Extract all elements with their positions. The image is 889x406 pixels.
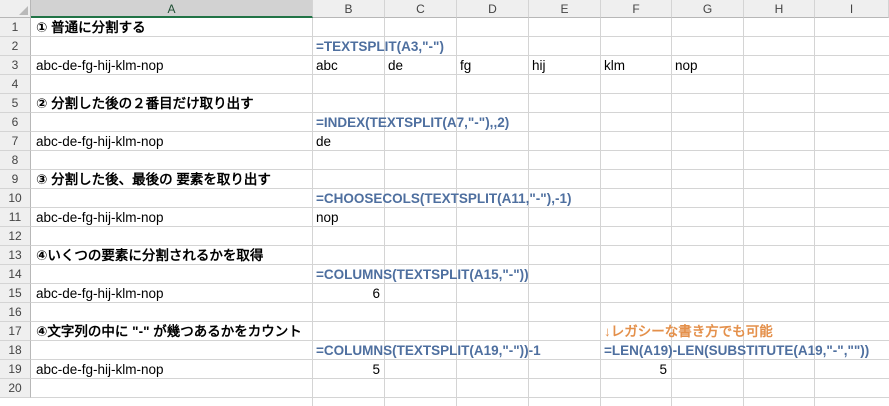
cell-a15[interactable]: abc-de-fg-hij-klm-nop xyxy=(33,284,164,303)
row-header-3[interactable]: 3 xyxy=(0,56,31,75)
spreadsheet-grid[interactable]: A B C D E F G H I 1 2 3 4 5 6 7 8 9 10 1… xyxy=(0,0,889,406)
gridline-horizontal xyxy=(31,397,889,398)
cell-b15[interactable]: 6 xyxy=(313,284,385,303)
row-header-20[interactable]: 20 xyxy=(0,379,31,398)
cell-b6[interactable]: =INDEX(TEXTSPLIT(A7,"-"),,2) xyxy=(313,113,509,132)
row-header-7[interactable]: 7 xyxy=(0,132,31,151)
column-header-f[interactable]: F xyxy=(601,0,672,18)
column-header-h[interactable]: H xyxy=(744,0,815,18)
cell-b3[interactable]: abc xyxy=(313,56,338,75)
row-header-4[interactable]: 4 xyxy=(0,75,31,94)
row-header-17[interactable]: 17 xyxy=(0,322,31,341)
cell-c3[interactable]: de xyxy=(385,56,403,75)
column-header-c[interactable]: C xyxy=(385,0,457,18)
cell-b10[interactable]: =CHOOSECOLS(TEXTSPLIT(A11,"-"),-1) xyxy=(313,189,571,208)
cell-f18[interactable]: =LEN(A19)-LEN(SUBSTITUTE(A19,"-","")) xyxy=(601,341,869,360)
column-header-d[interactable]: D xyxy=(457,0,529,18)
row-header-10[interactable]: 10 xyxy=(0,189,31,208)
row-header-16[interactable]: 16 xyxy=(0,303,31,322)
cell-f19[interactable]: 5 xyxy=(601,360,672,379)
row-header-5[interactable]: 5 xyxy=(0,94,31,113)
cell-a7[interactable]: abc-de-fg-hij-klm-nop xyxy=(33,132,164,151)
column-header-e[interactable]: E xyxy=(529,0,601,18)
cell-a19[interactable]: abc-de-fg-hij-klm-nop xyxy=(33,360,164,379)
column-header-i[interactable]: I xyxy=(815,0,889,18)
cell-e3[interactable]: hij xyxy=(529,56,546,75)
column-header-b[interactable]: B xyxy=(313,0,385,18)
cell-a9[interactable]: ③ 分割した後、最後の 要素を取り出す xyxy=(33,170,271,189)
row-header-11[interactable]: 11 xyxy=(0,208,31,227)
row-header-19[interactable]: 19 xyxy=(0,360,31,379)
gridline-horizontal xyxy=(31,36,889,37)
row-header-1[interactable]: 1 xyxy=(0,18,31,37)
row-header-2[interactable]: 2 xyxy=(0,37,31,56)
cell-d3[interactable]: fg xyxy=(457,56,471,75)
row-header-6[interactable]: 6 xyxy=(0,113,31,132)
column-header-g[interactable]: G xyxy=(672,0,744,18)
column-header-a[interactable]: A xyxy=(31,0,313,18)
cell-b19[interactable]: 5 xyxy=(313,360,385,379)
cell-a5[interactable]: ② 分割した後の２番目だけ取り出す xyxy=(33,94,254,113)
cell-a11[interactable]: abc-de-fg-hij-klm-nop xyxy=(33,208,164,227)
cell-g3[interactable]: nop xyxy=(672,56,698,75)
cell-b18[interactable]: =COLUMNS(TEXTSPLIT(A19,"-"))-1 xyxy=(313,341,541,360)
cell-b14[interactable]: =COLUMNS(TEXTSPLIT(A15,"-")) xyxy=(313,265,529,284)
cell-a3[interactable]: abc-de-fg-hij-klm-nop xyxy=(33,56,164,75)
cell-b7[interactable]: de xyxy=(313,132,331,151)
cell-a17[interactable]: ④文字列の中に "-" が幾つあるかをカウント xyxy=(33,322,302,341)
row-header-9[interactable]: 9 xyxy=(0,170,31,189)
row-header-12[interactable]: 12 xyxy=(0,227,31,246)
select-all-button[interactable] xyxy=(0,0,31,18)
row-header-13[interactable]: 13 xyxy=(0,246,31,265)
cell-f3[interactable]: klm xyxy=(601,56,625,75)
cell-b2[interactable]: =TEXTSPLIT(A3,"-") xyxy=(313,37,444,56)
cell-f17[interactable]: ↓レガシーな書き方でも可能 xyxy=(601,322,773,341)
row-header-14[interactable]: 14 xyxy=(0,265,31,284)
select-all-triangle-icon xyxy=(19,6,28,15)
cell-a1[interactable]: ① 普通に分割する xyxy=(33,18,146,37)
row-header-18[interactable]: 18 xyxy=(0,341,31,360)
row-header-8[interactable]: 8 xyxy=(0,151,31,170)
cell-a13[interactable]: ④いくつの要素に分割されるかを取得 xyxy=(33,246,263,265)
row-header-15[interactable]: 15 xyxy=(0,284,31,303)
cell-b11[interactable]: nop xyxy=(313,208,339,227)
